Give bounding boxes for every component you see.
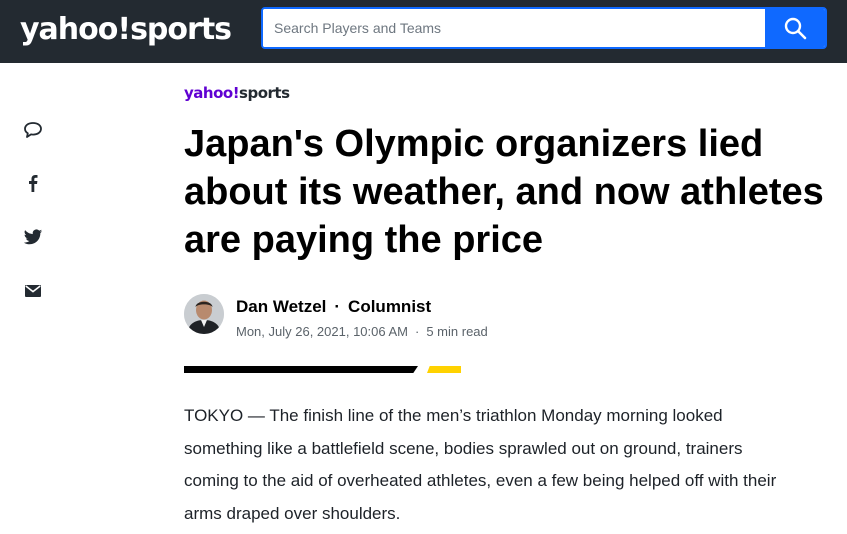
article-meta: Mon, July 26, 2021, 10:06 AM · 5 min read bbox=[236, 324, 488, 339]
top-navigation-bar: yahoo!sports bbox=[0, 0, 847, 63]
logo-yahoo-text: yahoo bbox=[20, 12, 118, 47]
logo-exclamation: ! bbox=[117, 12, 131, 47]
author-line: Dan Wetzel · Columnist bbox=[236, 297, 431, 317]
search-input[interactable] bbox=[263, 9, 766, 47]
author-role: Columnist bbox=[348, 297, 432, 316]
author-avatar[interactable] bbox=[184, 294, 224, 334]
facebook-icon bbox=[29, 175, 38, 192]
publish-date: Mon, July 26, 2021, 10:06 AM bbox=[236, 324, 408, 339]
article-body-paragraph: TOKYO — The finish line of the men’s tri… bbox=[184, 406, 777, 523]
publisher-sports-text: sports bbox=[239, 84, 290, 102]
search-icon bbox=[784, 17, 807, 40]
facebook-share-button[interactable] bbox=[22, 172, 44, 194]
publisher-yahoo-text: yahoo bbox=[184, 84, 233, 102]
meta-separator: · bbox=[415, 324, 420, 339]
author-name[interactable]: Dan Wetzel bbox=[236, 297, 326, 316]
search-box bbox=[261, 7, 827, 49]
read-time: 5 min read bbox=[426, 324, 488, 339]
logo-sports-text: sports bbox=[130, 12, 232, 47]
author-photo bbox=[184, 294, 224, 334]
divider-black-bar bbox=[184, 366, 418, 373]
email-share-button[interactable] bbox=[22, 280, 44, 302]
mail-icon bbox=[25, 285, 41, 297]
divider-yellow-bar bbox=[427, 366, 461, 373]
search-button[interactable] bbox=[765, 9, 825, 47]
twitter-icon bbox=[23, 229, 43, 245]
comment-button[interactable] bbox=[22, 119, 44, 141]
yahoo-sports-logo[interactable]: yahoo!sports bbox=[20, 10, 232, 50]
author-separator: · bbox=[334, 297, 341, 316]
twitter-share-button[interactable] bbox=[22, 226, 44, 248]
comment-icon bbox=[24, 122, 42, 138]
publisher-logo[interactable]: yahoo!sports bbox=[184, 84, 290, 102]
article-headline: Japan's Olympic organizers lied about it… bbox=[184, 123, 824, 261]
